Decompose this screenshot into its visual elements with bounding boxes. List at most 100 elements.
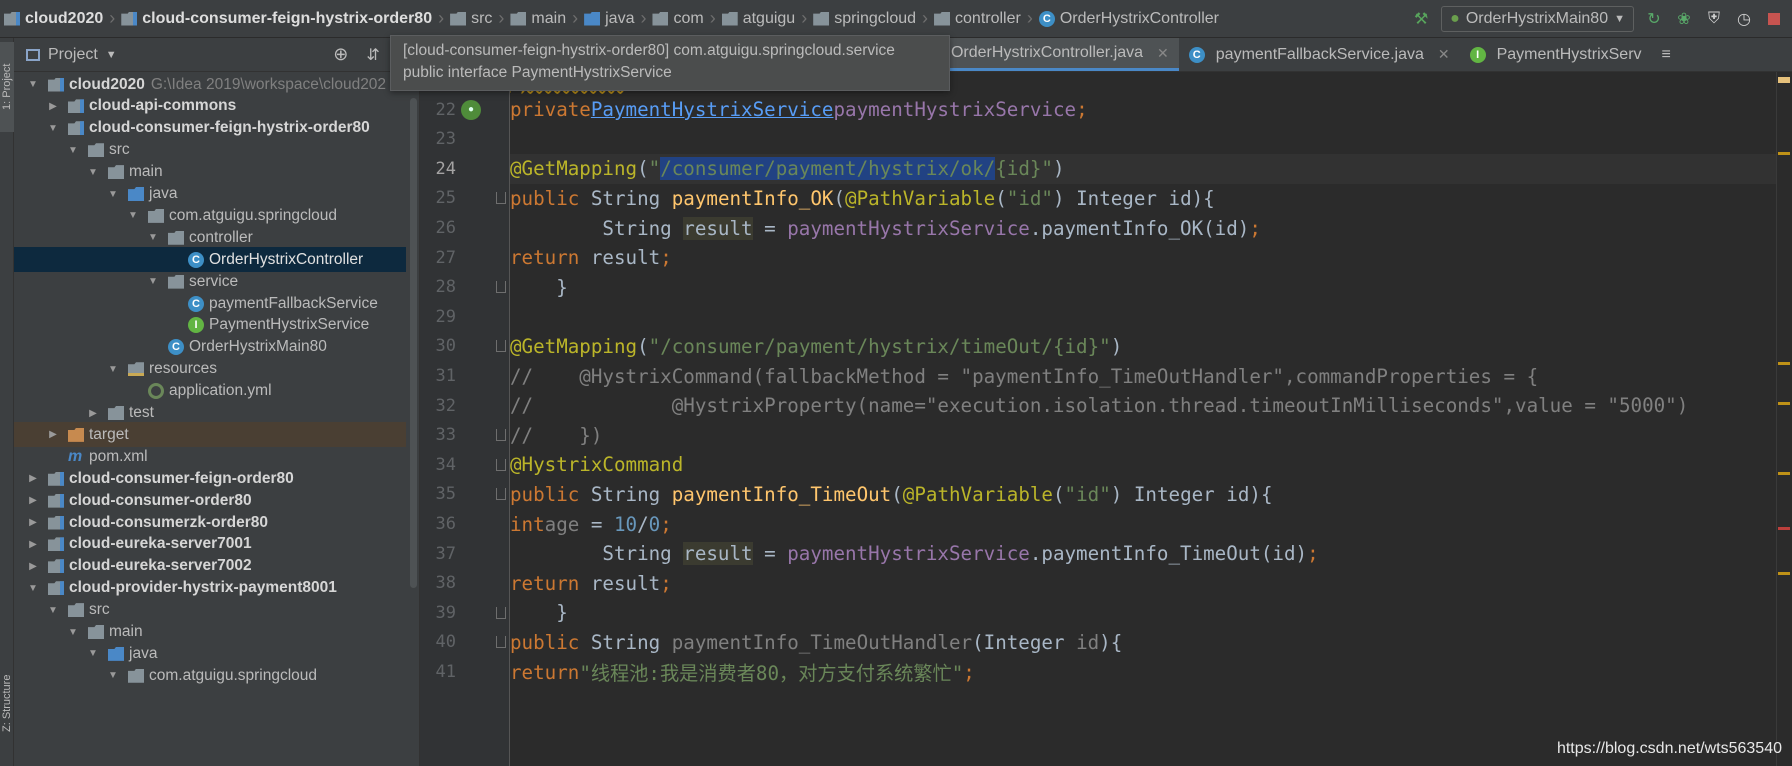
editor-tab[interactable]: CpaymentFallbackService.java ✕ bbox=[1179, 38, 1460, 71]
warning-marker[interactable] bbox=[1778, 152, 1790, 155]
code-line[interactable]: String result = paymentHystrixService .pa… bbox=[510, 539, 1319, 569]
expanded-arrow-icon[interactable]: ▼ bbox=[66, 145, 80, 156]
collapsed-arrow-icon[interactable]: ▶ bbox=[46, 429, 60, 440]
tree-item[interactable]: ▼ com.atguigu.springcloud bbox=[14, 663, 406, 688]
tab-project[interactable]: 1: Project bbox=[0, 42, 14, 132]
collapsed-arrow-icon[interactable]: ▶ bbox=[26, 561, 40, 572]
warning-marker[interactable] bbox=[1778, 402, 1790, 405]
expanded-arrow-icon[interactable]: ▼ bbox=[66, 627, 80, 638]
collapsed-arrow-icon[interactable]: ▶ bbox=[86, 408, 100, 419]
autowired-bean-icon[interactable]: ● bbox=[461, 99, 481, 120]
expanded-arrow-icon[interactable]: ▼ bbox=[46, 123, 60, 134]
code-line[interactable]: // @HystrixCommand(fallbackMethod = "pay… bbox=[510, 361, 1538, 391]
navigation-bar: cloud2020 › cloud-consumer-feign-hystrix-o… bbox=[0, 0, 1792, 38]
fold-marker-icon[interactable] bbox=[496, 606, 506, 619]
tree-item-label: pom.xml bbox=[89, 447, 148, 465]
breadcrumb-item[interactable]: java bbox=[584, 10, 634, 28]
breadcrumb-item[interactable]: src bbox=[450, 10, 492, 28]
package-icon bbox=[813, 11, 830, 26]
collapsed-arrow-icon[interactable]: ▶ bbox=[26, 539, 40, 550]
breadcrumb-item[interactable]: cloud-consumer-feign-hystrix-order80 bbox=[121, 10, 432, 28]
code-line[interactable]: return result; bbox=[510, 243, 672, 273]
code-line[interactable]: // @HystrixProperty(name="execution.isol… bbox=[510, 391, 1688, 421]
code-line[interactable]: @HystrixCommand bbox=[510, 450, 683, 480]
fold-marker-icon[interactable] bbox=[496, 429, 506, 442]
expanded-arrow-icon[interactable]: ▼ bbox=[106, 189, 120, 200]
tree-item-label: cloud-eureka-server7001 bbox=[69, 535, 252, 553]
breadcrumb-item[interactable]: springcloud bbox=[813, 10, 916, 28]
breadcrumb-label: cloud-consumer-feign-hystrix-order80 bbox=[142, 9, 433, 27]
tree-item-label: test bbox=[129, 404, 154, 421]
expanded-arrow-icon[interactable]: ▼ bbox=[146, 232, 160, 243]
close-tab-icon[interactable]: ✕ bbox=[1157, 45, 1169, 62]
expanded-arrow-icon[interactable]: ▼ bbox=[86, 648, 100, 659]
fold-marker-icon[interactable] bbox=[496, 636, 506, 649]
project-panel-title[interactable]: Project bbox=[48, 46, 98, 64]
collapsed-arrow-icon[interactable]: ▶ bbox=[46, 101, 60, 112]
collapsed-arrow-icon[interactable]: ▶ bbox=[26, 517, 40, 528]
expanded-arrow-icon[interactable]: ▼ bbox=[46, 605, 60, 616]
expanded-arrow-icon[interactable]: ▼ bbox=[126, 210, 140, 221]
editor-tab[interactable]: COrderHystrixController.java✕ bbox=[913, 38, 1179, 71]
coverage-shield-icon[interactable]: ⛨ bbox=[1704, 9, 1724, 29]
expanded-arrow-icon[interactable]: ▼ bbox=[26, 583, 40, 594]
collapse-all-icon[interactable]: ⇵ bbox=[366, 45, 379, 65]
fold-marker-icon[interactable] bbox=[496, 458, 506, 471]
debug-bug-icon[interactable]: ❀ bbox=[1674, 9, 1694, 29]
chevron-down-icon[interactable]: ▼ bbox=[106, 49, 117, 61]
code-line[interactable]: int age = 10/0; bbox=[510, 509, 672, 539]
tree-item-path: G:\Idea 2019\workspace\cloud202 bbox=[150, 75, 387, 93]
fold-marker-icon[interactable] bbox=[496, 488, 506, 501]
code-line[interactable]: String result = paymentHystrixService .pa… bbox=[510, 213, 1261, 243]
project-tree-scrollbar[interactable] bbox=[410, 98, 417, 588]
build-hammer-icon[interactable]: ⚒ bbox=[1411, 9, 1431, 29]
locate-target-icon[interactable]: ⊕ bbox=[333, 44, 348, 65]
profiler-icon[interactable]: ◷ bbox=[1734, 9, 1754, 29]
fold-marker-icon[interactable] bbox=[496, 340, 506, 353]
expanded-arrow-icon[interactable]: ▼ bbox=[86, 167, 100, 178]
code-line[interactable]: private PaymentHystrixService paymentHys… bbox=[510, 95, 1088, 125]
code-line[interactable]: @GetMapping("/consumer/payment/hystrix/t… bbox=[510, 331, 1122, 361]
line-number: 41 bbox=[435, 662, 456, 682]
code-line[interactable]: public String paymentInfo_OK(@PathVariab… bbox=[510, 183, 1215, 213]
expanded-arrow-icon[interactable]: ▼ bbox=[146, 276, 160, 287]
code-line[interactable]: return "线程池:我是消费者80，对方支付系统繁忙"; bbox=[510, 657, 975, 687]
code-line[interactable]: @GetMapping("/consumer/payment/hystrix/o… bbox=[510, 153, 1780, 184]
expanded-arrow-icon[interactable]: ▼ bbox=[106, 364, 120, 375]
breadcrumb-item[interactable]: com bbox=[652, 10, 704, 28]
expanded-arrow-icon[interactable]: ▼ bbox=[106, 670, 120, 681]
warning-marker[interactable] bbox=[1778, 77, 1790, 83]
line-number: 38 bbox=[435, 573, 456, 594]
tab-overflow-icon[interactable]: ≡ bbox=[1652, 38, 1681, 71]
code-line[interactable]: } bbox=[510, 598, 568, 628]
tree-item-label: application.yml bbox=[169, 382, 272, 400]
code-line[interactable]: public String paymentInfo_TimeOutHandler… bbox=[510, 627, 1122, 657]
fold-marker-icon[interactable] bbox=[496, 192, 506, 205]
breadcrumb-item[interactable]: cloud2020 bbox=[4, 10, 103, 28]
breadcrumb-item[interactable]: atguigu bbox=[721, 10, 795, 28]
expanded-arrow-icon[interactable]: ▼ bbox=[26, 79, 40, 90]
code-line[interactable]: public String paymentInfo_TimeOut(@PathV… bbox=[510, 479, 1273, 509]
close-tab-icon[interactable]: ✕ bbox=[1438, 46, 1450, 63]
collapsed-arrow-icon[interactable]: ▶ bbox=[26, 473, 40, 484]
tree-item-label: paymentFallbackService bbox=[209, 294, 378, 312]
breadcrumb-item[interactable]: controller bbox=[934, 10, 1021, 28]
collapsed-arrow-icon[interactable]: ▶ bbox=[26, 495, 40, 506]
stop-icon[interactable] bbox=[1764, 9, 1784, 29]
tab-structure[interactable]: Z: Structure bbox=[0, 648, 14, 758]
code-line[interactable]: return result; bbox=[510, 568, 672, 598]
code-line[interactable]: } bbox=[510, 272, 568, 302]
error-stripe[interactable] bbox=[1776, 72, 1792, 766]
error-marker[interactable] bbox=[1778, 527, 1790, 530]
breadcrumb-item[interactable]: C OrderHystrixController bbox=[1038, 10, 1219, 28]
fold-marker-icon[interactable] bbox=[496, 281, 506, 294]
warning-marker[interactable] bbox=[1778, 362, 1790, 365]
warning-marker[interactable] bbox=[1778, 472, 1790, 475]
run-configuration-select[interactable]: ● OrderHystrixMain80 ▼ bbox=[1441, 6, 1634, 32]
editor-tab[interactable]: I PaymentHystrixServ bbox=[1460, 38, 1652, 71]
breadcrumb-item[interactable]: main bbox=[510, 10, 566, 28]
rerun-icon[interactable]: ↻ bbox=[1644, 9, 1664, 29]
warning-marker[interactable] bbox=[1778, 572, 1790, 575]
code-line[interactable]: // }) bbox=[510, 420, 602, 450]
code-editor[interactable]: @Autowired private PaymentHystrixService… bbox=[510, 72, 1780, 766]
